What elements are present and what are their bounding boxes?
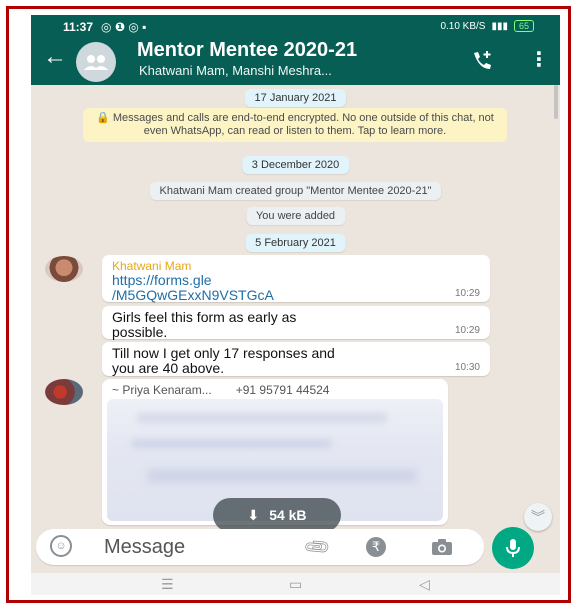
scroll-down-icon[interactable]: ︾ bbox=[524, 503, 552, 531]
message-bubble[interactable]: Girls feel this form as early as possibl… bbox=[102, 306, 490, 340]
download-size: 54 kB bbox=[269, 507, 307, 523]
mic-icon[interactable] bbox=[492, 527, 534, 569]
system-navigation-bar: ☰ ▭ ◁ bbox=[31, 573, 560, 595]
message-link[interactable]: https://forms.gle bbox=[112, 273, 480, 288]
download-icon: ⬇ bbox=[247, 506, 260, 523]
add-call-icon[interactable] bbox=[471, 50, 493, 75]
signal-icon: ▮▮▮ bbox=[491, 20, 508, 32]
message-time: 10:29 bbox=[454, 325, 480, 336]
blur-shape bbox=[137, 413, 387, 423]
date-divider: 17 January 2021 bbox=[244, 89, 347, 107]
date-divider: 3 December 2020 bbox=[241, 156, 350, 174]
download-button[interactable]: ⬇ 54 kB bbox=[213, 498, 341, 532]
message-text: Till now I get only 17 responses and bbox=[112, 345, 335, 361]
message-bubble[interactable]: Khatwani Mam https://forms.gle /M5GQwGEx… bbox=[102, 255, 490, 303]
net-speed: 0.10 KB/S bbox=[440, 20, 486, 32]
message-link[interactable]: /M5GQwGExxN9VSTGcA bbox=[112, 288, 480, 303]
more-options-icon[interactable]: ⋮ bbox=[529, 47, 549, 72]
emoji-icon[interactable]: ☺ bbox=[50, 535, 72, 557]
message-time: 10:29 bbox=[454, 288, 480, 299]
message-text: you are 40 above. bbox=[112, 360, 225, 376]
menu-nav-icon[interactable]: ☰ bbox=[161, 576, 174, 593]
battery-indicator: 65 bbox=[513, 20, 534, 32]
message-time: 10:30 bbox=[454, 362, 480, 373]
attach-icon[interactable]: 📎︎ bbox=[302, 532, 333, 563]
message-bubble[interactable]: Till now I get only 17 responses and you… bbox=[102, 342, 490, 376]
avatar[interactable] bbox=[45, 256, 83, 282]
system-message-added: You were added bbox=[245, 207, 346, 225]
back-nav-icon[interactable]: ◁ bbox=[419, 576, 430, 593]
avatar[interactable] bbox=[45, 379, 83, 405]
message-input[interactable]: Message bbox=[104, 536, 185, 559]
media-sender-phone: +91 95791 44524 bbox=[235, 383, 330, 397]
status-time: 11:37 bbox=[63, 20, 94, 34]
home-nav-icon[interactable]: ▭ bbox=[289, 576, 302, 593]
chat-title[interactable]: Mentor Mentee 2020-21 bbox=[137, 39, 357, 62]
status-bar-right: 0.10 KB/S ▮▮▮ 65 bbox=[440, 20, 534, 32]
media-sender: ~ Priya Kenaram... +91 95791 44524 bbox=[112, 383, 329, 397]
chat-header: 11:37 ◎ ❶ ◎ ▪ 0.10 KB/S ▮▮▮ 65 ← Mentor … bbox=[31, 15, 560, 85]
notification-icons: ◎ ❶ ◎ ▪ bbox=[101, 20, 147, 34]
rupee-payment-icon[interactable]: ₹ bbox=[366, 537, 386, 557]
message-input-bar[interactable]: ☺ Message 📎︎ ₹ bbox=[36, 529, 484, 565]
back-arrow-icon[interactable]: ← bbox=[43, 45, 67, 69]
status-bar-left: 11:37 ◎ ❶ ◎ ▪ bbox=[63, 20, 146, 34]
chat-participants[interactable]: Khatwani Mam, Manshi Meshra... bbox=[139, 63, 332, 78]
sender-name: Khatwani Mam bbox=[112, 259, 192, 273]
phone-screen: 11:37 ◎ ❶ ◎ ▪ 0.10 KB/S ▮▮▮ 65 ← Mentor … bbox=[31, 15, 560, 595]
blur-shape bbox=[147, 469, 417, 483]
media-sender-name: ~ Priya Kenaram... bbox=[112, 383, 212, 397]
group-avatar-icon[interactable] bbox=[76, 42, 116, 82]
date-divider: 5 February 2021 bbox=[245, 234, 346, 252]
message-text: Girls feel this form as early as bbox=[112, 309, 297, 325]
system-message-created: Khatwani Mam created group "Mentor Mente… bbox=[149, 182, 442, 200]
encryption-notice[interactable]: 🔒 Messages and calls are end-to-end encr… bbox=[83, 108, 507, 142]
camera-icon[interactable] bbox=[431, 538, 453, 561]
message-text: possible. bbox=[112, 324, 168, 340]
blur-shape bbox=[132, 439, 332, 449]
chat-scrollbar[interactable] bbox=[554, 85, 558, 119]
